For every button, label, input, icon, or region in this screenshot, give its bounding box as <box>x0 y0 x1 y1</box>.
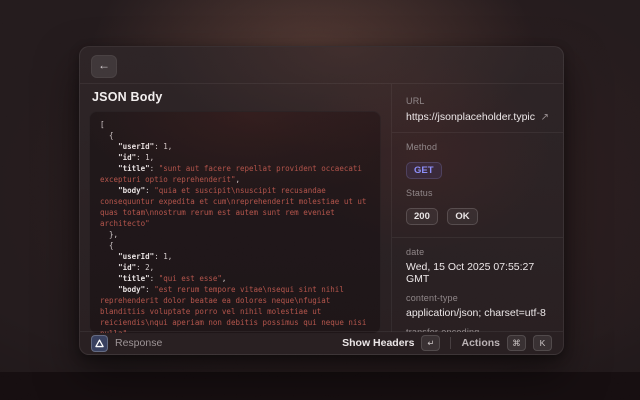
external-link-icon[interactable]: ↗ <box>541 112 549 123</box>
status-label: Status <box>406 188 549 198</box>
back-arrow-icon: ← <box>98 58 110 72</box>
header-row-date: date Wed, 15 Oct 2025 07:55:27 GMT <box>406 247 549 285</box>
header-name: date <box>406 247 549 257</box>
section-divider <box>392 237 563 238</box>
window-topbar: ← <box>80 47 563 84</box>
header-name: content-type <box>406 293 549 303</box>
method-label: Method <box>406 142 549 152</box>
header-row-content-type: content-type application/json; charset=u… <box>406 293 549 319</box>
response-window: ← JSON Body [ { "userId": 1, "id": 1, "t… <box>79 46 564 355</box>
status-code-badge: 200 <box>406 208 438 225</box>
url-label: URL <box>406 96 549 106</box>
app-logo-icon <box>91 335 108 352</box>
json-code: [ { "userId": 1, "id": 1, "title": "sunt… <box>90 112 380 334</box>
command-bar: Response Show Headers ↵ Actions ⌘ K <box>80 331 563 354</box>
command-key-badge: ⌘ <box>507 335 526 351</box>
method-section: Method GET <box>406 142 549 179</box>
json-body-panel[interactable]: [ { "userId": 1, "id": 1, "title": "sunt… <box>89 111 381 334</box>
status-text-badge: OK <box>447 208 477 225</box>
triangle-logo-icon <box>95 339 104 348</box>
footer-divider <box>450 337 451 349</box>
back-button[interactable]: ← <box>91 55 117 78</box>
background-bottom-band <box>0 372 640 400</box>
request-details-panel: URL https://jsonplaceholder.typicod... ↗… <box>392 84 563 332</box>
header-value: Wed, 15 Oct 2025 07:55:27 GMT <box>406 261 549 285</box>
enter-key-badge: ↵ <box>421 335 440 351</box>
header-value: application/json; charset=utf-8 <box>406 307 549 319</box>
section-divider <box>392 132 563 133</box>
actions-button[interactable]: Actions <box>461 337 500 349</box>
url-section: URL https://jsonplaceholder.typicod... ↗ <box>406 96 549 123</box>
desktop: ← JSON Body [ { "userId": 1, "id": 1, "t… <box>0 0 640 400</box>
page-title: JSON Body <box>92 90 163 104</box>
url-value[interactable]: https://jsonplaceholder.typicod... <box>406 111 535 123</box>
response-label: Response <box>115 337 162 349</box>
method-badge: GET <box>406 162 442 179</box>
status-section: Status 200 OK <box>406 188 549 225</box>
k-key-badge: K <box>533 335 552 351</box>
show-headers-button[interactable]: Show Headers <box>342 337 414 349</box>
